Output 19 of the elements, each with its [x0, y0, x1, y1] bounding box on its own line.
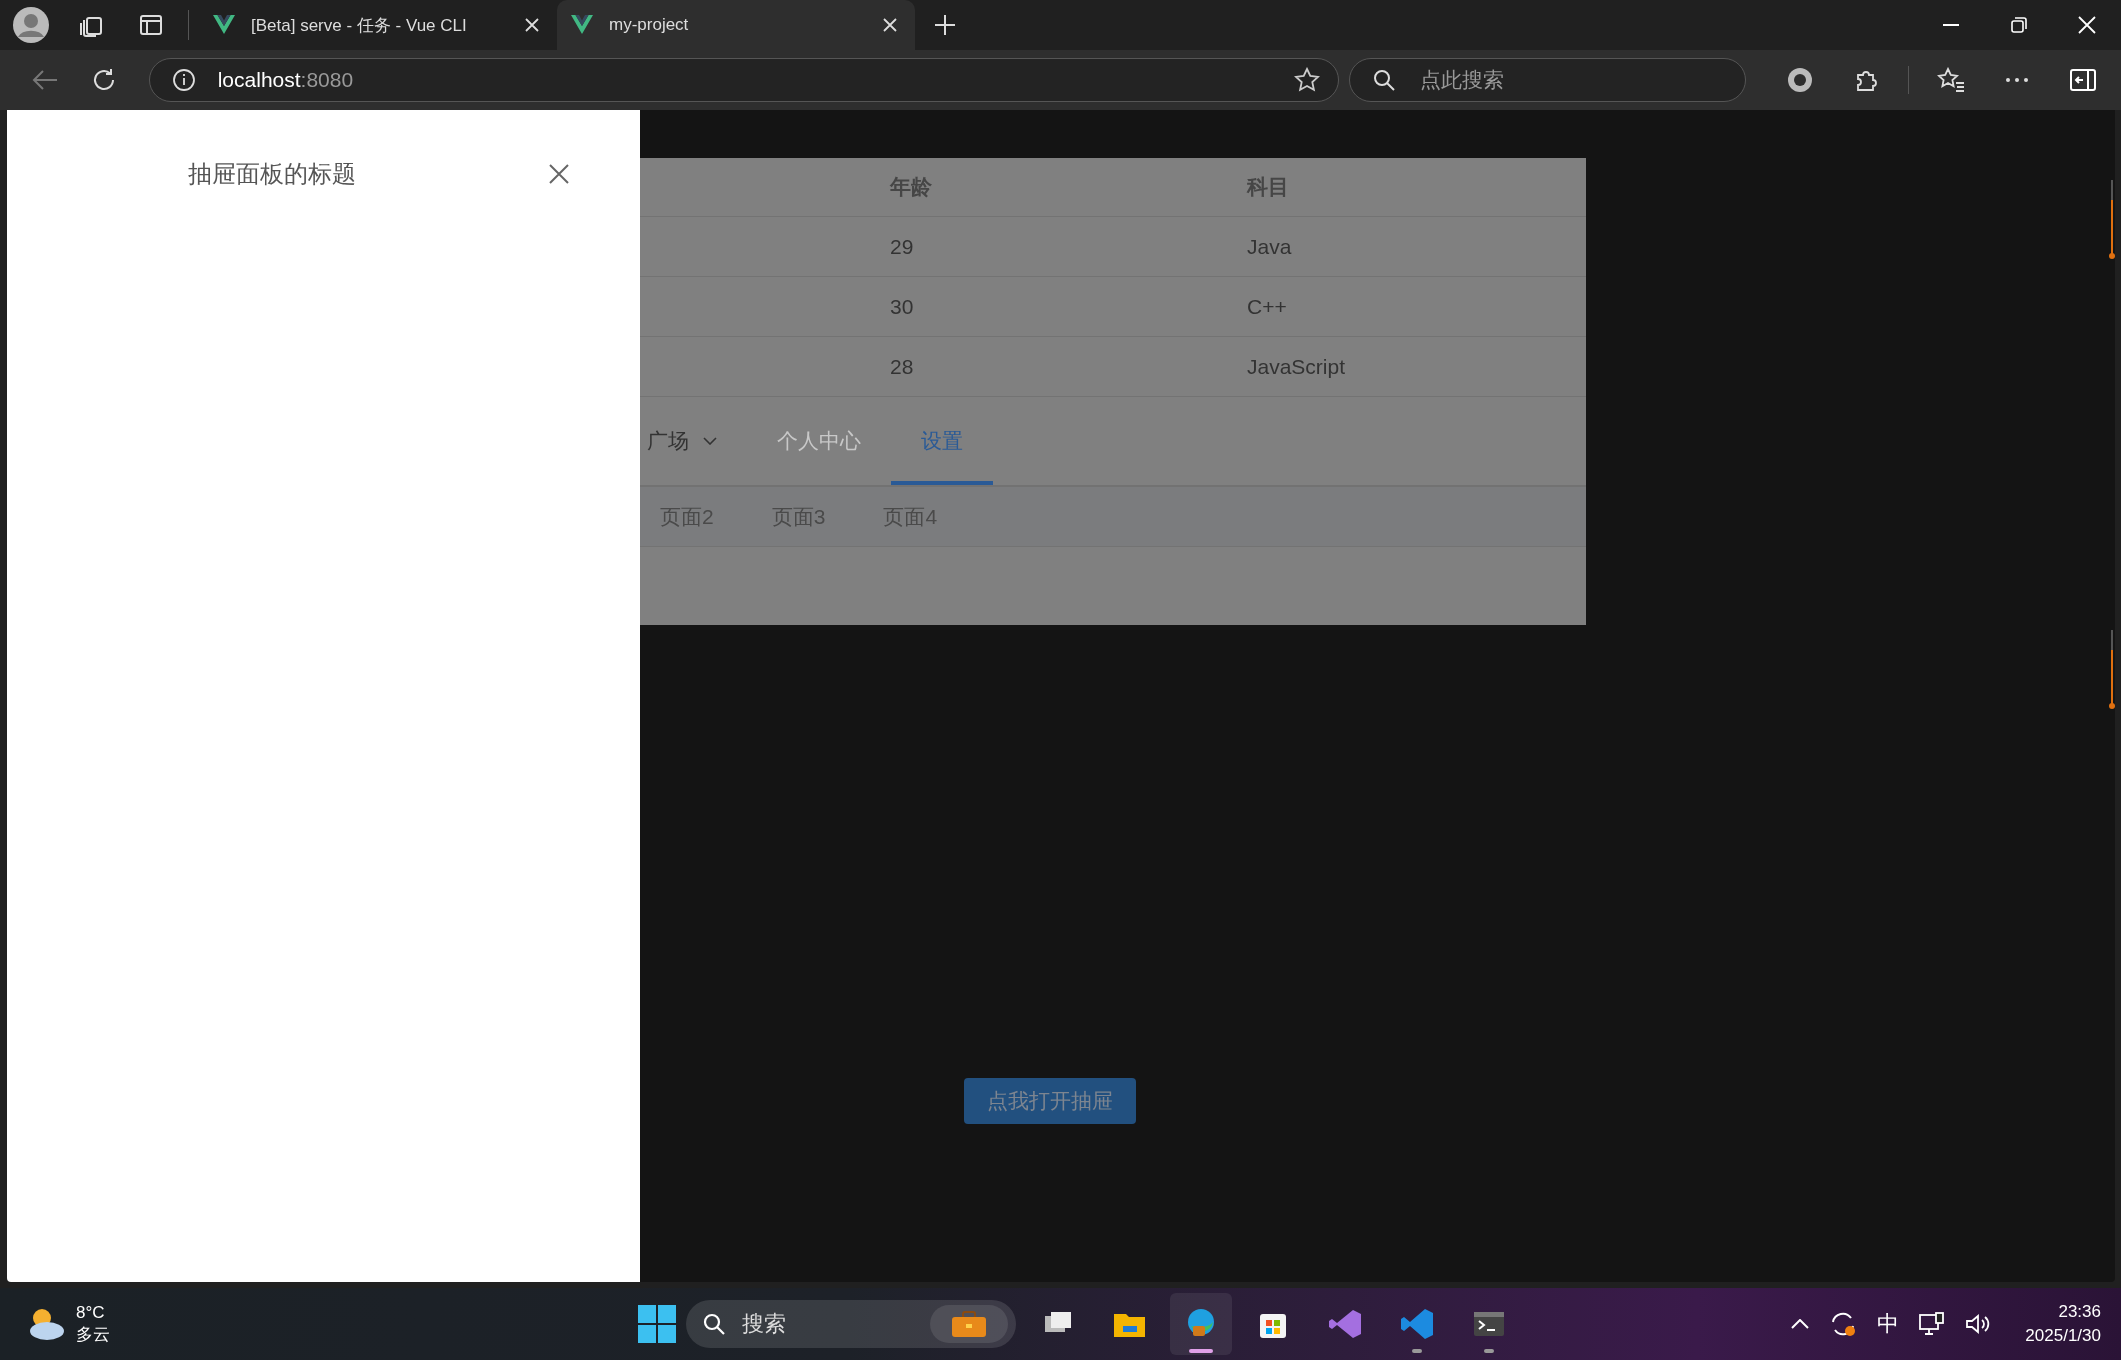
- weather-condition: 多云: [76, 1324, 110, 1346]
- taskbar-search-field[interactable]: 搜索: [686, 1300, 1016, 1348]
- input-method-indicator[interactable]: 中: [1877, 1309, 1900, 1339]
- table-cell-text: 28: [889, 354, 915, 379]
- column-header: 科目: [1245, 174, 1290, 200]
- clock-date[interactable]: 2025/1/30: [2025, 1324, 2101, 1348]
- search-field[interactable]: 点此搜索: [1348, 58, 1746, 102]
- table-cell-text: JavaScript: [1246, 354, 1347, 379]
- browser-tab[interactable]: [Beta] serve - 任务 - Vue CLI: [199, 0, 557, 50]
- table-cell-text: 29: [889, 234, 915, 259]
- column-header: 年龄: [889, 174, 933, 200]
- temperature: 8°C: [76, 1302, 106, 1324]
- browser-tab[interactable]: my-project: [557, 0, 915, 50]
- table-cell-text: 30: [889, 294, 915, 319]
- clock-time[interactable]: 23:36: [2058, 1300, 2101, 1324]
- table-cell-text: Java: [1246, 234, 1293, 259]
- drawer-title: 抽屉面板的标题: [188, 159, 356, 189]
- address-bar[interactable]: localhost:8080: [148, 58, 1339, 102]
- table-cell-text: C++: [1246, 294, 1288, 319]
